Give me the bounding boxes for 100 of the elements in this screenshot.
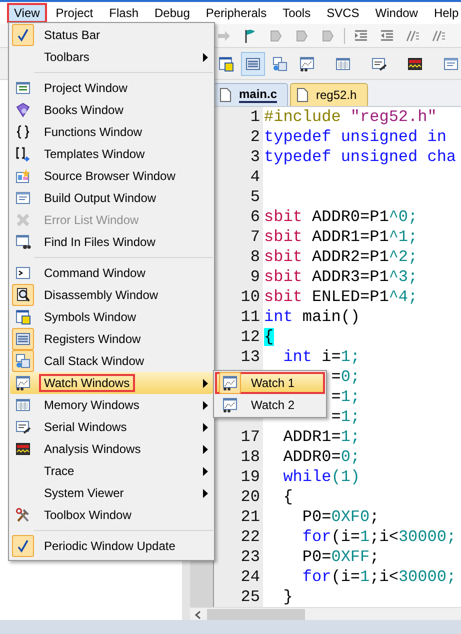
menu-item[interactable]: Periodic Window Update [10,535,213,557]
binoculars-window-icon [15,234,31,250]
code-line: ADDR0=0; [283,447,360,467]
bookmark-icon [294,28,310,44]
outdent-icon [379,28,395,44]
menu-item[interactable]: Memory Windows [10,394,213,416]
code-line: sbit ADDR0=P1^0; [264,207,418,227]
line-number: 23 [240,548,260,566]
menu-title[interactable]: SVCS [320,3,366,23]
line-number: 4 [250,168,260,186]
line-number: 20 [240,488,260,506]
file-tab[interactable]: reg52.h [290,83,368,106]
code-line: ADDR1=1; [283,427,360,447]
line-number: 18 [240,448,260,466]
menu-item[interactable]: Watch 1 [215,372,325,394]
chart-window-icon [299,56,315,72]
indent-icon [353,28,369,44]
code-line: typedef unsigned cha [264,147,456,167]
menu-item[interactable]: Toolbox Window [10,504,213,526]
line-number: 17 [240,428,260,446]
menu-item[interactable]: Symbols Window [10,306,213,328]
menu-item[interactable]: Find In Files Window [10,231,213,253]
menu-item[interactable]: Watch 2 [215,394,325,416]
line-number: 2 [250,128,260,146]
line-number: 6 [250,208,260,226]
menu-item[interactable]: Source Browser Window [10,165,213,187]
line-number: 5 [250,188,260,206]
line-number: 3 [250,148,260,166]
bookmark-icon [268,28,284,44]
line-number: 10 [240,288,260,306]
file-icon [297,88,308,102]
menu-title[interactable]: Window [368,3,425,23]
terminal-window-icon [15,419,31,435]
menu-item[interactable]: Analysis Windows [10,438,213,460]
menu-title[interactable]: Help [426,3,461,23]
menu-item[interactable]: Status Bar [10,24,213,46]
line-number: 21 [240,508,260,526]
line-number: 11 [240,308,260,326]
code-line: } [283,587,293,607]
submenu-arrow-icon [203,488,208,498]
brackets-arrow-icon [15,146,31,162]
menu-item[interactable]: Templates Window [10,143,213,165]
menu-title[interactable]: Project [48,3,100,23]
menu-title[interactable]: Flash [102,3,146,23]
menu-item[interactable]: Build Output Window [10,187,213,209]
symbols-window-icon [218,56,234,72]
stacked-bars-icon [245,56,261,72]
line-number: 9 [250,268,260,286]
line-number: 8 [250,248,260,266]
tools-icon [15,507,31,523]
submenu-arrow-icon [203,400,208,410]
menu-title[interactable]: Debug [148,3,197,23]
submenu-arrow-icon [203,422,208,432]
symbols-window-icon [15,309,31,325]
window-lines-icon [443,56,459,72]
file-tab[interactable]: main.c [213,83,288,106]
window-lines-icon [15,190,31,206]
menu-item[interactable]: Project Window [10,77,213,99]
menu-item[interactable]: Registers Window [10,328,213,350]
code-line: sbit ADDR1=P1^1; [264,227,418,247]
scrollbar-thumb[interactable] [207,609,305,621]
line-number: 12 [240,328,260,346]
menu-item[interactable]: Trace [10,460,213,482]
code-line: sbit ENLED=P1^4; [264,287,418,307]
menu-item[interactable]: Watch Windows [10,372,213,394]
code-line: P0=0XF0; [302,507,380,527]
code-line: { [283,487,293,507]
chart-window-icon [222,397,238,413]
window-star-icon [15,168,31,184]
line-number: 13 [240,348,260,366]
line-number: 24 [240,568,260,586]
menu-title[interactable]: Peripherals [198,3,274,23]
line-number: 1 [250,108,260,126]
menu-title[interactable]: View [7,3,47,23]
menu-item[interactable]: Call Stack Window [10,350,213,372]
wave-window-icon [15,441,31,457]
menu-item[interactable]: Disassembly Window [10,284,213,306]
menu-title[interactable]: Tools [276,3,318,23]
menu-item[interactable]: Serial Windows [10,416,213,438]
prompt-window-icon [15,265,31,281]
code-line: #include "reg52.h" [264,107,437,127]
wave-window-icon [407,56,423,72]
code-line: int i=1; [283,347,360,367]
check-icon [17,28,29,42]
code-line: typedef unsigned in [264,127,446,147]
menu-item[interactable]: System Viewer [10,482,213,504]
menu-item[interactable]: Functions Window [10,121,213,143]
cross-icon [15,212,31,228]
code-line: int main() [264,307,360,327]
code-line: sbit ADDR3=P1^3; [264,267,418,287]
scroll-left-icon[interactable] [195,611,201,619]
menu-item[interactable]: Books Window [10,99,213,121]
file-icon [220,88,231,102]
code-line: =1; [331,407,360,427]
menu-item[interactable]: Command Window [10,262,213,284]
menu-item[interactable]: Toolbars [10,46,213,68]
terminal-window-icon [371,56,387,72]
code-line: while(1) [283,467,360,487]
line-number: 25 [240,588,260,606]
code-line: =0; [331,367,360,387]
